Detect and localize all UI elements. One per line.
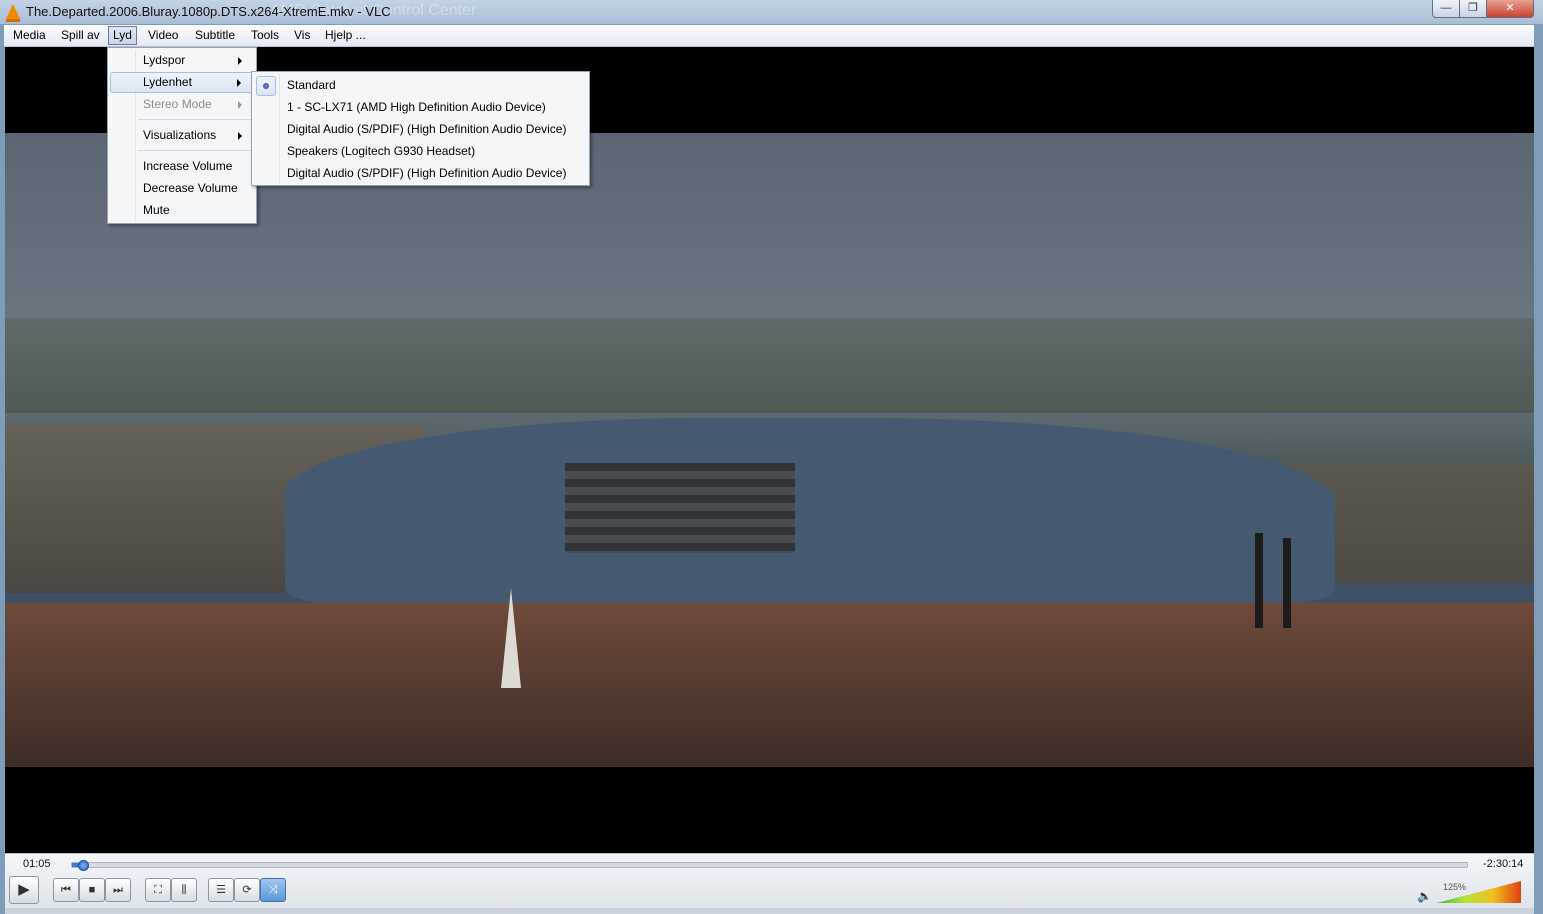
previous-button[interactable]: ⏮ [53, 878, 79, 902]
vlc-window: AMD Catalyst Control Center The.Departed… [0, 0, 1543, 914]
maximize-button[interactable]: ❐ [1459, 0, 1487, 18]
play-button[interactable]: ▶ [9, 876, 39, 904]
menu-item-mute[interactable]: Mute [110, 200, 254, 221]
menu-item-lydspor[interactable]: Lydspor [110, 50, 254, 71]
video-frame [5, 133, 1534, 767]
menu-subtitle[interactable]: Subtitle [191, 27, 239, 44]
submenu-arrow-icon [238, 132, 242, 140]
stop-button[interactable]: ■ [79, 878, 105, 902]
audio-device-label: Speakers (Logitech G930 Headset) [287, 144, 476, 158]
menu-media[interactable]: Media [9, 27, 50, 44]
menu-item-label: Visualizations [143, 128, 217, 142]
minimize-button[interactable]: — [1432, 0, 1460, 18]
remaining-time[interactable]: -2:30:14 [1483, 858, 1523, 870]
menu-separator [138, 150, 252, 151]
seek-bar[interactable] [71, 860, 1468, 871]
lyd-menu: Lydspor Lydenhet Stereo Mode Visualizati… [107, 47, 257, 224]
menu-item-visualizations[interactable]: Visualizations [110, 125, 254, 146]
shuffle-icon: ⤨ [268, 884, 278, 896]
audio-device-label: Digital Audio (S/PDIF) (High Definition … [287, 166, 567, 180]
submenu-arrow-icon [238, 101, 242, 109]
speaker-icon[interactable]: 🔈 [1417, 890, 1432, 902]
menu-item-label: Mute [143, 203, 170, 217]
audio-device-label: Digital Audio (S/PDIF) (High Definition … [287, 122, 567, 136]
lydenhet-submenu: Standard 1 - SC-LX71 (AMD High Definitio… [251, 71, 590, 186]
menu-item-label: Stereo Mode [143, 97, 212, 111]
window-title: The.Departed.2006.Bluray.1080p.DTS.x264-… [26, 4, 391, 19]
submenu-arrow-icon [237, 79, 241, 87]
audio-device-sc-lx71[interactable]: 1 - SC-LX71 (AMD High Definition Audio D… [254, 96, 587, 118]
menu-tools[interactable]: Tools [247, 27, 283, 44]
menu-item-label: Increase Volume [143, 159, 233, 173]
title-bar: AMD Catalyst Control Center The.Departed… [0, 0, 1543, 24]
next-button[interactable]: ⏭ [105, 878, 131, 902]
menu-item-increase-volume[interactable]: Increase Volume [110, 156, 254, 177]
vlc-cone-icon[interactable] [6, 4, 20, 22]
status-bar [5, 908, 1534, 914]
next-icon: ⏭ [113, 884, 123, 896]
volume-label: 125% [1443, 882, 1467, 892]
menu-separator [138, 119, 252, 120]
elapsed-time: 01:05 [23, 858, 51, 870]
audio-device-standard[interactable]: Standard [254, 74, 587, 96]
audio-device-g930[interactable]: Speakers (Logitech G930 Headset) [254, 140, 587, 162]
radio-selected-icon [256, 76, 276, 96]
close-button[interactable]: ✕ [1486, 0, 1534, 18]
menu-item-label: Lydspor [143, 53, 186, 67]
audio-device-spdif-1[interactable]: Digital Audio (S/PDIF) (High Definition … [254, 118, 587, 140]
playlist-button[interactable]: ☰ [208, 878, 234, 902]
menu-hjelp[interactable]: Hjelp ... [321, 27, 370, 44]
playlist-icon: ☰ [216, 884, 226, 896]
menu-vis[interactable]: Vis [290, 27, 314, 44]
audio-device-label: 1 - SC-LX71 (AMD High Definition Audio D… [287, 100, 546, 114]
menu-bar: Media Spill av Lyd Video Subtitle Tools … [4, 25, 1534, 47]
audio-device-label: Standard [287, 78, 336, 92]
extended-settings-button[interactable]: ⫼ [171, 878, 197, 902]
loop-button[interactable]: ⟳ [234, 878, 260, 902]
play-icon: ▶ [18, 881, 30, 898]
previous-icon: ⏮ [61, 884, 71, 896]
loop-icon: ⟳ [242, 884, 252, 896]
stop-icon: ■ [88, 884, 96, 896]
fullscreen-button[interactable]: ⛶ [145, 878, 171, 902]
random-button[interactable]: ⤨ [260, 878, 286, 902]
submenu-arrow-icon [238, 57, 242, 65]
menu-video[interactable]: Video [144, 27, 182, 44]
menu-item-lydenhet[interactable]: Lydenhet [110, 72, 254, 93]
control-panel: 01:05 -2:30:14 ▶ ⏮ ■ ⏭ ⛶ ⫼ ☰ ⟳ ⤨ 🔈 125% [5, 853, 1534, 909]
menu-item-label: Lydenhet [143, 75, 192, 89]
seek-handle[interactable] [77, 860, 89, 871]
audio-device-spdif-2[interactable]: Digital Audio (S/PDIF) (High Definition … [254, 162, 587, 184]
menu-item-decrease-volume[interactable]: Decrease Volume [110, 178, 254, 199]
fullscreen-icon: ⛶ [154, 884, 162, 896]
menu-spill-av[interactable]: Spill av [57, 27, 104, 44]
menu-item-label: Decrease Volume [143, 181, 238, 195]
equalizer-icon: ⫼ [181, 884, 187, 896]
menu-lyd[interactable]: Lyd [108, 26, 137, 45]
menu-item-stereo-mode[interactable]: Stereo Mode [110, 94, 254, 115]
